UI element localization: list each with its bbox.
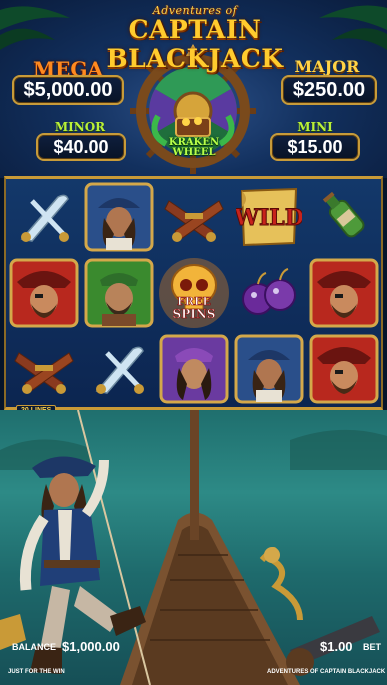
captain-icon — [309, 334, 378, 404]
reel-symbol-pirate-woman — [231, 331, 306, 407]
green-pirate-icon — [84, 258, 153, 328]
reel-frame[interactable]: WILD FREE SPINS — [4, 176, 383, 410]
purple-pirate-woman-icon — [159, 334, 228, 404]
reel-symbol-bombs — [231, 255, 306, 331]
game-logo: Adventures of CAPTAIN BLACKJACK — [80, 4, 310, 73]
mini-jackpot-value: $15.00 — [270, 133, 360, 161]
reel-symbol-rum-bottle — [306, 179, 381, 255]
reel-symbol-purple-woman — [156, 331, 231, 407]
minor-jackpot-value: $40.00 — [36, 133, 126, 161]
reel-symbol-captain — [306, 331, 381, 407]
status-bar: BALANCE $1,000.00 $1.00 BET JUST FOR THE… — [0, 636, 387, 685]
reel-symbol-free-spins: FREE SPINS — [156, 255, 231, 331]
jackpot-header: KRAKEN WHEEL Adventures of CAPTAIN BLACK… — [0, 0, 387, 178]
crossed-swords-icon — [95, 346, 144, 394]
reel-symbol-green-pirate — [81, 255, 156, 331]
reel-symbol-captain — [306, 255, 381, 331]
mega-jackpot-value: $5,000.00 — [12, 75, 124, 105]
mini-jackpot-label: MINI — [297, 120, 333, 134]
wild-text: WILD — [236, 205, 302, 231]
minor-jackpot-label: MINOR — [54, 120, 106, 134]
reel-grid[interactable]: WILD FREE SPINS — [6, 179, 381, 407]
reel-symbol-pistols — [156, 179, 231, 255]
game-name-footer: ADVENTURES OF CAPTAIN BLACKJACK — [267, 669, 386, 675]
bet-value[interactable]: $1.00 — [320, 639, 353, 654]
wild-symbol-icon: WILD — [236, 187, 302, 247]
major-jackpot-value: $250.00 — [281, 75, 377, 105]
reel-symbol-pirate-woman — [81, 179, 156, 255]
provider-brand: JUST FOR THE WIN — [8, 669, 65, 675]
free-spins-skull-icon: FREE SPINS — [158, 258, 229, 328]
kraken-wheel-line2: WHEEL — [172, 147, 216, 158]
bet-label[interactable]: BET — [363, 642, 381, 652]
rum-bottle-icon — [322, 191, 364, 238]
crossed-swords-icon — [20, 194, 69, 242]
crossed-pistols-icon — [163, 200, 224, 242]
pirate-woman-icon — [84, 182, 153, 252]
cannonball-bombs-icon — [241, 268, 296, 315]
reel-symbol-captain — [6, 255, 81, 331]
reel-symbol-wild: WILD — [231, 179, 306, 255]
reel-symbol-swords — [6, 179, 81, 255]
reel-symbol-pistols — [6, 331, 81, 407]
major-jackpot-label: MAJOR — [294, 57, 360, 76]
logo-title: CAPTAIN BLACKJACK — [106, 15, 284, 73]
balance-label: BALANCE — [12, 642, 56, 652]
captain-icon — [9, 258, 78, 328]
crossed-pistols-icon — [13, 352, 74, 394]
balance-value: $1,000.00 — [62, 639, 120, 654]
captain-icon — [309, 258, 378, 328]
free-spins-line2: SPINS — [172, 307, 215, 321]
reel-symbol-swords — [81, 331, 156, 407]
kraken-wheel-label: KRAKEN WHEEL — [160, 138, 228, 158]
pirate-woman-icon — [234, 334, 303, 404]
